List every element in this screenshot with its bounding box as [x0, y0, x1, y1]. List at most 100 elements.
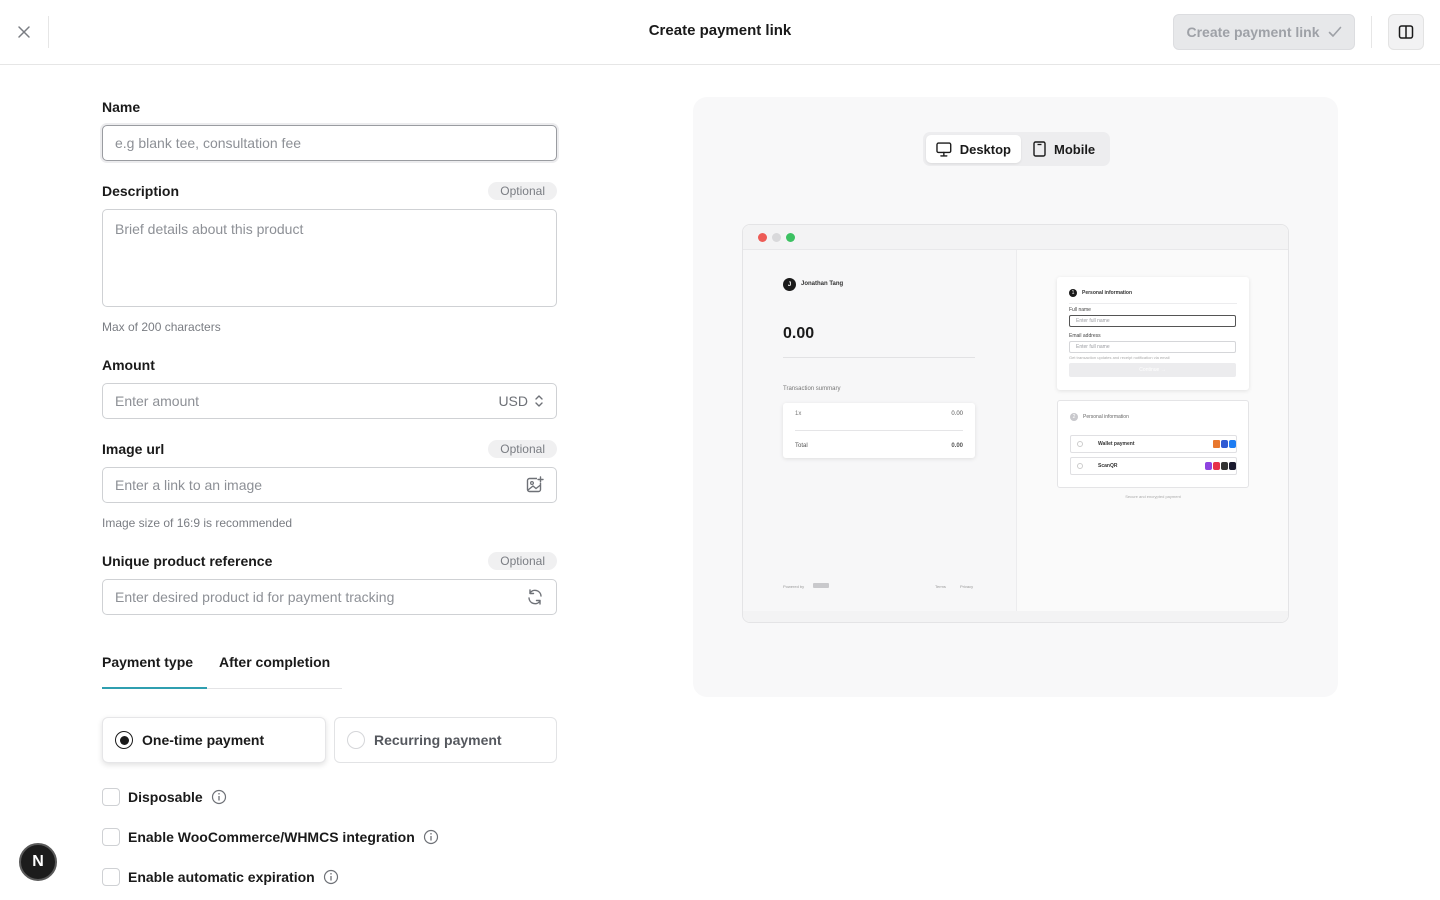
form-tabs: Payment type After completion — [102, 641, 342, 689]
merchant-name: Jonathan Tang — [801, 281, 844, 287]
description-textarea[interactable]: Brief details about this product — [102, 209, 557, 307]
window-dot-gray — [772, 233, 781, 242]
name-label: Name — [102, 99, 141, 115]
full-name-placeholder: Enter full name — [1076, 318, 1110, 324]
preview-amount: 0.00 — [783, 325, 815, 342]
info-icon[interactable] — [323, 869, 339, 885]
description-hint: Max of 200 characters — [102, 320, 221, 334]
step-title: Personal information — [1082, 290, 1133, 296]
qr-app-icon — [1213, 462, 1220, 470]
window-dot-red — [758, 233, 767, 242]
checkout-summary-pane: J Jonathan Tang 0.00 Transaction summary… — [743, 250, 1016, 611]
qr-app-icon — [1205, 462, 1212, 470]
divider — [783, 357, 975, 358]
disposable-checkbox[interactable] — [102, 788, 120, 806]
email-input[interactable]: Enter full name — [1069, 341, 1236, 353]
disposable-checkbox-row: Disposable — [102, 788, 227, 806]
recurring-payment-option[interactable]: Recurring payment — [334, 717, 557, 763]
browser-bar — [743, 225, 1288, 250]
email-label: Email address — [1069, 333, 1101, 339]
image-url-input[interactable]: Enter a link to an image — [102, 467, 557, 503]
one-time-payment-label: One-time payment — [142, 732, 265, 748]
desktop-label: Desktop — [959, 141, 1011, 157]
radio-unselected-icon — [347, 731, 365, 749]
summary-total-label: Total — [795, 443, 808, 449]
step-number: 1 — [1069, 289, 1077, 297]
expiration-label: Enable automatic expiration — [128, 869, 315, 885]
create-payment-link-button[interactable]: Create payment link — [1173, 14, 1355, 50]
summary-title: Transaction summary — [783, 386, 841, 392]
image-url-label: Image url — [102, 441, 165, 457]
reference-placeholder: Enter desired product id for payment tra… — [115, 589, 395, 605]
expiration-checkbox[interactable] — [102, 868, 120, 886]
currency-select[interactable]: USD — [498, 393, 544, 409]
amount-input[interactable]: Enter amount USD — [102, 383, 557, 419]
continue-button[interactable]: Continue → — [1069, 363, 1236, 377]
split-panel-icon — [1398, 25, 1414, 39]
merchant-avatar: J — [783, 278, 796, 291]
preview-panel: Desktop Mobile J Jonathan Tang 0.00 Tran… — [693, 97, 1338, 697]
close-button[interactable] — [12, 20, 36, 44]
recurring-payment-label: Recurring payment — [374, 732, 502, 748]
device-toggle: Desktop Mobile — [923, 132, 1110, 166]
optional-badge: Optional — [488, 182, 557, 200]
email-placeholder: Enter full name — [1076, 344, 1110, 350]
powered-by: Powered by — [783, 584, 805, 589]
checkout-form-pane: 1 Personal information Full name Enter f… — [1016, 250, 1288, 611]
woocommerce-label: Enable WooCommerce/WHMCS integration — [128, 829, 415, 845]
checkout-preview-window: J Jonathan Tang 0.00 Transaction summary… — [742, 224, 1289, 623]
woocommerce-checkbox[interactable] — [102, 828, 120, 846]
secure-note: Secure and encrypted payment — [1125, 494, 1181, 499]
wallet-payment-option[interactable]: Wallet payment — [1070, 435, 1237, 453]
email-hint: Get transaction updates and receipt noti… — [1069, 355, 1170, 360]
privacy-link[interactable]: Privacy — [960, 584, 973, 589]
window-dot-green — [786, 233, 795, 242]
refresh-icon[interactable] — [526, 588, 544, 606]
desktop-toggle[interactable]: Desktop — [926, 135, 1021, 163]
full-name-input[interactable]: Enter full name — [1069, 315, 1236, 327]
toggle-preview-button[interactable] — [1388, 14, 1424, 50]
top-bar: Create payment link Create payment link — [0, 0, 1440, 65]
reference-input[interactable]: Enter desired product id for payment tra… — [102, 579, 557, 615]
summary-qty-value: 0.00 — [951, 411, 963, 417]
step-number: 2 — [1070, 413, 1078, 421]
wallet-logo-icon — [1213, 440, 1220, 448]
summary-card: 1x 0.00 Total 0.00 — [783, 403, 975, 458]
wallet-payment-label: Wallet payment — [1098, 441, 1135, 447]
optional-badge: Optional — [488, 440, 557, 458]
image-url-hint: Image size of 16:9 is recommended — [102, 516, 293, 530]
name-input[interactable]: e.g blank tee, consultation fee — [102, 125, 557, 161]
tab-after-completion[interactable]: After completion — [219, 654, 330, 670]
terms-link[interactable]: Terms — [935, 584, 946, 589]
description-placeholder: Brief details about this product — [115, 221, 304, 237]
one-time-payment-option[interactable]: One-time payment — [102, 717, 326, 763]
image-url-placeholder: Enter a link to an image — [115, 477, 263, 493]
close-icon — [18, 26, 30, 38]
personal-info-card: 1 Personal information Full name Enter f… — [1057, 277, 1249, 390]
woocommerce-checkbox-row: Enable WooCommerce/WHMCS integration — [102, 828, 439, 846]
brand-logo — [813, 583, 829, 588]
tablet-icon — [1033, 141, 1046, 157]
reference-label: Unique product reference — [102, 553, 273, 569]
disposable-label: Disposable — [128, 789, 203, 805]
expiration-checkbox-row: Enable automatic expiration — [102, 868, 339, 886]
mobile-toggle[interactable]: Mobile — [1023, 135, 1105, 163]
scanqr-label: ScanQR — [1098, 463, 1118, 469]
payment-method-card: 2 Personal information Wallet payment Sc… — [1057, 400, 1249, 488]
user-avatar[interactable]: N — [19, 843, 57, 881]
currency-value: USD — [498, 393, 528, 409]
scanqr-option[interactable]: ScanQR — [1070, 457, 1237, 475]
full-name-label: Full name — [1069, 307, 1091, 313]
tab-payment-type[interactable]: Payment type — [102, 654, 193, 670]
chevron-up-down-icon — [535, 395, 543, 407]
mobile-label: Mobile — [1054, 141, 1096, 157]
name-placeholder: e.g blank tee, consultation fee — [115, 135, 302, 151]
info-icon[interactable] — [211, 789, 227, 805]
summary-total-value: 0.00 — [951, 443, 963, 449]
image-add-icon[interactable] — [526, 476, 544, 494]
info-icon[interactable] — [423, 829, 439, 845]
amount-placeholder: Enter amount — [115, 393, 200, 409]
create-button-label: Create payment link — [1186, 24, 1320, 40]
amount-label: Amount — [102, 357, 155, 373]
description-label: Description — [102, 183, 180, 199]
